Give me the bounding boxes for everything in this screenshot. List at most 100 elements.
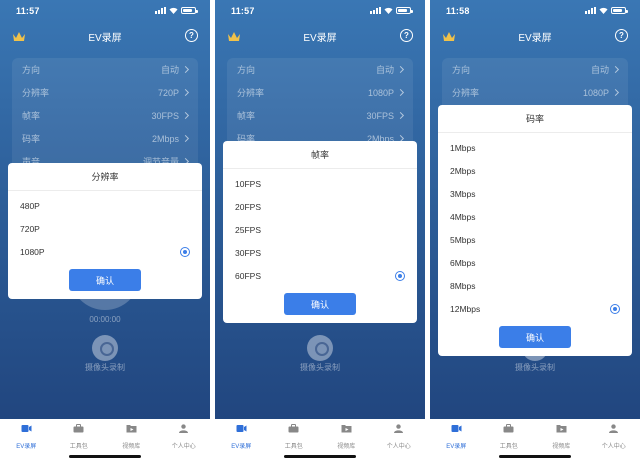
home-indicator[interactable] [69, 455, 141, 458]
tab-label: 个人中心 [601, 444, 626, 450]
status-time: 11:57 [231, 6, 255, 16]
tab-toolkit[interactable]: 工具包 [268, 419, 321, 450]
settings-row[interactable]: 分辨率 1080P [237, 81, 405, 104]
option-item[interactable]: 1080P [8, 240, 202, 263]
tab-label: EV录屏 [446, 444, 467, 450]
toolkit-icon [503, 423, 514, 441]
settings-label: 码率 [22, 134, 41, 144]
tab-bar: EV录屏 工具包 视频库 个人中心 [430, 419, 640, 462]
option-item[interactable]: 720P [8, 217, 202, 240]
option-item[interactable]: 12Mbps [438, 297, 632, 320]
modal-title: 帧率 [223, 141, 417, 169]
settings-row[interactable]: 码率 2Mbps [22, 127, 190, 150]
option-label: 10FPS [235, 178, 261, 189]
tab-ev-record[interactable]: EV录屏 [215, 419, 268, 450]
tab-profile[interactable]: 个人中心 [158, 419, 211, 450]
camera-record-label: 摄像头录制 [300, 363, 340, 372]
option-item[interactable]: 3Mbps [438, 182, 632, 205]
option-item[interactable]: 30FPS [223, 241, 417, 264]
option-label: 8Mbps [450, 280, 476, 291]
option-label: 3Mbps [450, 188, 476, 199]
option-label: 720P [20, 223, 40, 234]
help-icon[interactable]: ? [615, 29, 628, 42]
confirm-button[interactable]: 确认 [499, 326, 571, 348]
settings-row[interactable]: 分辨率 720P [22, 81, 190, 104]
status-indicators [585, 7, 628, 14]
option-item[interactable]: 60FPS [223, 264, 417, 287]
tab-label: 工具包 [284, 444, 303, 450]
phone-screen: 11:58 EV录屏? 方向 自动 分辨率 1080P 摄像头录制 码率 1Mbps 2Mbps 3… [430, 0, 640, 462]
camera-record-button[interactable] [92, 335, 118, 361]
chevron-right-icon [181, 134, 190, 143]
selected-radio-icon [610, 303, 620, 314]
option-item[interactable]: 5Mbps [438, 228, 632, 251]
tab-profile[interactable]: 个人中心 [373, 419, 426, 450]
settings-row[interactable]: 帧率 30FPS [237, 104, 405, 127]
page-title: EV录屏 [303, 33, 337, 44]
tab-label: 个人中心 [386, 444, 411, 450]
camera-record-button[interactable] [307, 335, 333, 361]
home-indicator[interactable] [284, 455, 356, 458]
wifi-icon [169, 7, 178, 14]
tab-label: EV录屏 [16, 444, 37, 450]
status-time: 11:57 [16, 6, 40, 16]
settings-value: 2Mbps [152, 134, 190, 144]
tab-bar: EV录屏 工具包 视频库 个人中心 [215, 419, 425, 462]
settings-row[interactable]: 方向 自动 [22, 58, 190, 81]
option-item[interactable]: 8Mbps [438, 274, 632, 297]
home-indicator[interactable] [499, 455, 571, 458]
modal-bottom-spacing [8, 291, 202, 299]
camera-record-label: 摄像头录制 [515, 363, 555, 372]
option-item[interactable]: 20FPS [223, 195, 417, 218]
tab-list: EV录屏 工具包 视频库 个人中心 [430, 419, 640, 450]
tab-ev-record[interactable]: EV录屏 [430, 419, 483, 450]
tab-video-library[interactable]: 视频库 [105, 419, 158, 450]
settings-label: 分辨率 [237, 88, 265, 98]
settings-row[interactable]: 方向 自动 [237, 58, 405, 81]
help-icon[interactable]: ? [400, 29, 413, 42]
settings-value-text: 1080P [367, 87, 394, 98]
help-icon[interactable]: ? [185, 29, 198, 42]
option-item[interactable]: 2Mbps [438, 159, 632, 182]
video-library-icon [341, 423, 352, 441]
tab-bar: EV录屏 工具包 视频库 个人中心 [0, 419, 210, 462]
confirm-button[interactable]: 确认 [69, 269, 141, 291]
page-title: EV录屏 [518, 33, 552, 44]
option-label: 2Mbps [450, 165, 476, 176]
tab-video-library[interactable]: 视频库 [320, 419, 373, 450]
option-item[interactable]: 480P [8, 194, 202, 217]
settings-label: 方向 [452, 65, 471, 75]
wifi-icon [599, 7, 608, 14]
settings-label: 方向 [237, 65, 256, 75]
wifi-icon [384, 7, 393, 14]
tab-video-library[interactable]: 视频库 [535, 419, 588, 450]
settings-row[interactable]: 方向 自动 [452, 58, 620, 81]
tab-label: 个人中心 [171, 444, 196, 450]
settings-row[interactable]: 分辨率 1080P [452, 81, 620, 104]
tab-ev-record[interactable]: EV录屏 [0, 419, 53, 450]
settings-row[interactable]: 帧率 30FPS [22, 104, 190, 127]
settings-label: 帧率 [237, 111, 256, 121]
tab-label: 视频库 [337, 444, 356, 450]
phone-screen: 11:57 EV录屏? 方向 自动 分辨率 720P 帧率 30FPS 码率 2Mbps 声音 调节音… [0, 0, 210, 462]
modal-title: 码率 [438, 105, 632, 133]
option-item[interactable]: 6Mbps [438, 251, 632, 274]
option-item[interactable]: 4Mbps [438, 205, 632, 228]
selected-radio-icon [395, 270, 405, 281]
option-item[interactable]: 10FPS [223, 172, 417, 195]
settings-value-text: 720P [157, 87, 179, 98]
tab-profile[interactable]: 个人中心 [588, 419, 640, 450]
settings-value-text: 30FPS [151, 110, 179, 121]
confirm-button[interactable]: 确认 [284, 293, 356, 315]
option-item[interactable]: 1Mbps [438, 136, 632, 159]
tab-toolkit[interactable]: 工具包 [53, 419, 106, 450]
battery-icon [181, 7, 198, 14]
camera-record-label: 摄像头录制 [85, 363, 125, 372]
option-label: 60FPS [235, 270, 261, 281]
tab-toolkit[interactable]: 工具包 [483, 419, 536, 450]
option-item[interactable]: 25FPS [223, 218, 417, 241]
profile-icon [608, 423, 619, 441]
tab-label: 视频库 [122, 444, 141, 450]
option-label: 5Mbps [450, 234, 476, 245]
selected-radio-icon [180, 246, 190, 257]
